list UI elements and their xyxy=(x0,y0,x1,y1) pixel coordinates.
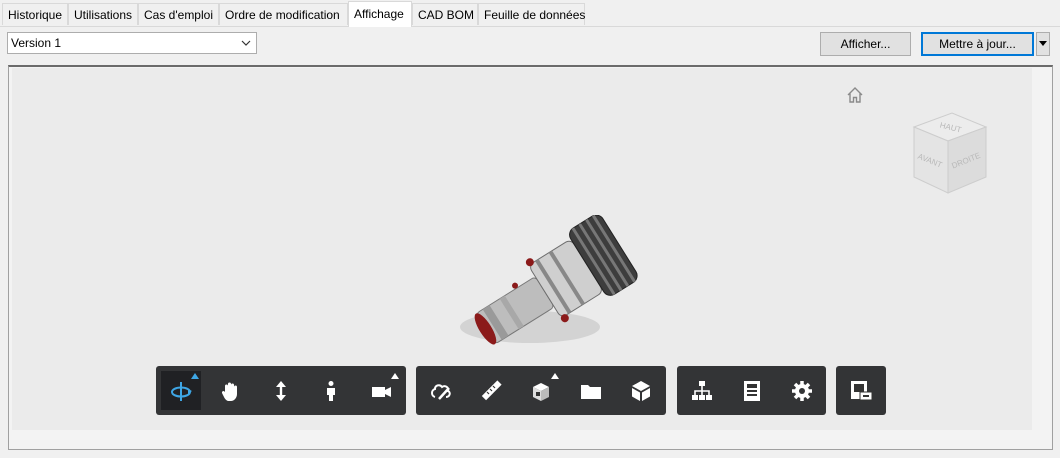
first-person-button[interactable] xyxy=(311,371,351,410)
tab-ordre-modification[interactable]: Ordre de modification xyxy=(219,3,348,25)
model-browser-button[interactable] xyxy=(682,371,722,410)
version-dropdown[interactable]: Version 1 xyxy=(7,32,257,54)
markup-icon xyxy=(431,384,451,400)
properties-icon xyxy=(744,381,760,401)
section-icon xyxy=(533,383,549,401)
3d-model[interactable] xyxy=(450,214,650,355)
orbit-icon xyxy=(171,382,192,401)
print-button[interactable] xyxy=(841,371,881,410)
panels-toolbar xyxy=(677,366,826,415)
tab-historique[interactable]: Historique xyxy=(2,3,68,25)
tab-feuille-donnees[interactable]: Feuille de données xyxy=(478,3,585,25)
tab-affichage[interactable]: Affichage xyxy=(348,1,412,27)
update-button[interactable]: Mettre à jour... xyxy=(921,32,1034,56)
update-menu-button[interactable] xyxy=(1036,32,1050,56)
extra-toolbar xyxy=(836,366,886,415)
zoom-button[interactable] xyxy=(261,371,301,410)
explode-button[interactable] xyxy=(571,371,611,410)
zoom-icon xyxy=(276,381,286,401)
show-button[interactable]: Afficher... xyxy=(820,32,911,56)
navigation-toolbar xyxy=(156,366,406,415)
markup-button[interactable] xyxy=(421,371,461,410)
orbit-button[interactable] xyxy=(161,371,201,410)
properties-button[interactable] xyxy=(732,371,772,410)
measure-icon xyxy=(481,380,502,401)
submenu-caret-icon xyxy=(391,373,399,379)
tools-toolbar xyxy=(416,366,666,415)
model-browser-icon xyxy=(692,381,712,400)
pan-icon xyxy=(221,382,237,401)
model-structure-cube-button[interactable] xyxy=(621,371,661,410)
pan-button[interactable] xyxy=(211,371,251,410)
settings-icon xyxy=(792,381,812,401)
triangle-down-icon xyxy=(1039,41,1047,46)
measure-button[interactable] xyxy=(471,371,511,410)
tab-cad-bom[interactable]: CAD BOM xyxy=(412,3,478,25)
tab-utilisations[interactable]: Utilisations xyxy=(68,3,138,25)
settings-button[interactable] xyxy=(782,371,822,410)
first-person-icon xyxy=(327,381,335,401)
submenu-caret-icon xyxy=(191,373,199,379)
print-icon xyxy=(851,381,873,401)
home-icon[interactable] xyxy=(845,85,865,105)
camera-icon xyxy=(372,387,391,397)
submenu-caret-icon xyxy=(551,373,559,379)
tab-bar: Historique Utilisations Cas d'emploi Ord… xyxy=(0,0,1060,27)
viewcube[interactable]: HAUT AVANT DROITE xyxy=(906,105,992,197)
cube-icon xyxy=(632,381,650,401)
camera-button[interactable] xyxy=(361,371,401,410)
chevron-down-icon xyxy=(240,36,252,50)
tab-cas-emploi[interactable]: Cas d'emploi xyxy=(138,3,219,25)
section-button[interactable] xyxy=(521,371,561,410)
folder-icon xyxy=(581,385,601,399)
version-value: Version 1 xyxy=(11,36,62,50)
